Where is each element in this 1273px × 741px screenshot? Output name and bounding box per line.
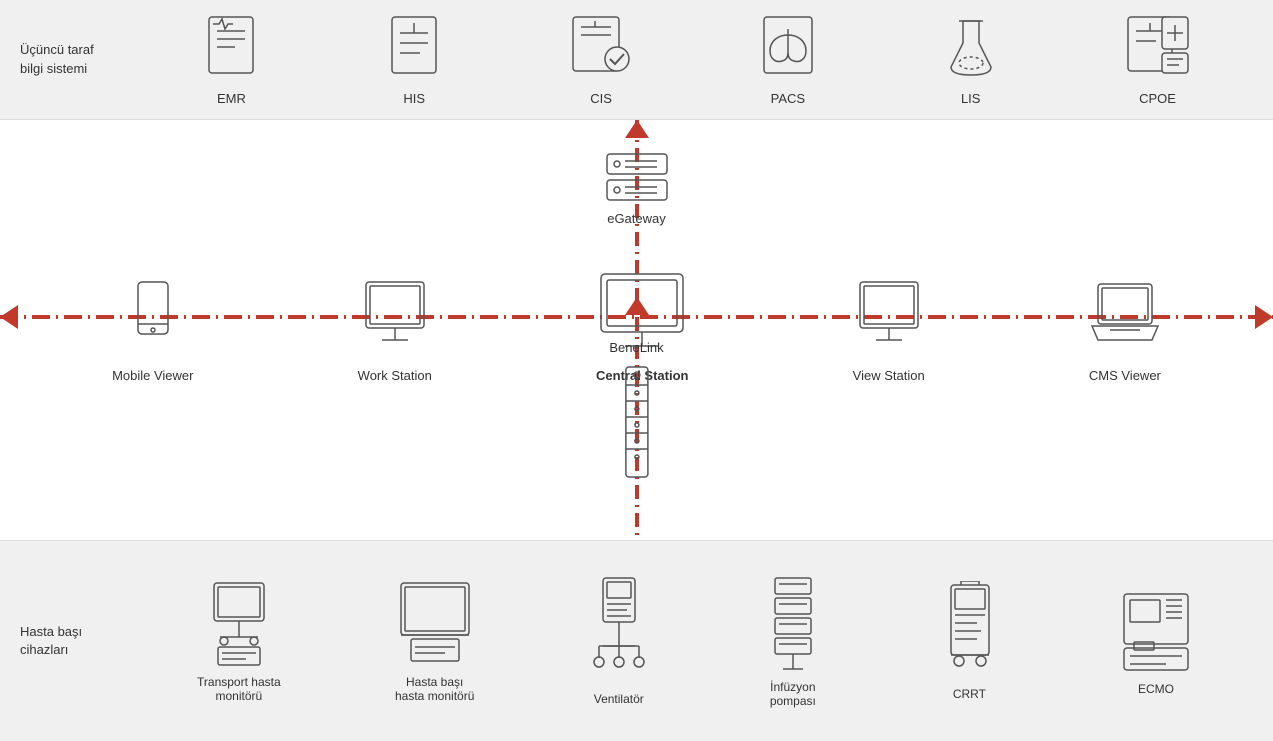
ecmo-label: ECMO (1138, 682, 1174, 696)
top-label: Üçüncü tarafbilgi sistemi (20, 41, 140, 77)
egateway-icon (597, 150, 677, 205)
work-station-device: Work Station (358, 278, 432, 383)
bottom-section: Hasta başıcihazları Transport hastamonit… (0, 540, 1273, 741)
lis-item: LIS (941, 13, 1001, 106)
lis-icon (941, 13, 1001, 85)
mobile-viewer-device: Mobile Viewer (112, 278, 193, 383)
benelink-container: BeneLink (609, 340, 663, 485)
cpoe-item: CPOE (1124, 13, 1192, 106)
arrow-right (1255, 305, 1273, 329)
arrow-up-top (625, 120, 649, 138)
cis-label: CIS (590, 91, 612, 106)
cis-icon (567, 13, 635, 85)
pacs-item: PACS (758, 13, 818, 106)
emr-icon (201, 13, 261, 85)
cms-viewer-label: CMS Viewer (1089, 368, 1161, 383)
infusion-label: İnfüzyonpompası (770, 680, 816, 708)
infusion-icon (763, 574, 823, 674)
pacs-label: PACS (771, 91, 805, 106)
infusion-item: İnfüzyonpompası (763, 574, 823, 708)
cpoe-label: CPOE (1139, 91, 1176, 106)
ventilator-item: Ventilatör (589, 576, 649, 706)
mobile-viewer-label: Mobile Viewer (112, 368, 193, 383)
pacs-icon (758, 13, 818, 85)
bedside-item: Hasta başıhasta monitörü (395, 579, 475, 703)
view-station-icon (854, 278, 924, 358)
cis-item: CIS (567, 13, 635, 106)
middle-section: eGateway Mobile Viewer Work Station (0, 120, 1273, 540)
top-icons-container: EMR HIS CIS (140, 13, 1253, 106)
top-section: Üçüncü tarafbilgi sistemi EMR H (0, 0, 1273, 120)
arrow-left (0, 305, 18, 329)
mobile-viewer-icon (128, 278, 178, 358)
bottom-icons-container: Transport hastamonitörü Hasta başıhasta … (140, 574, 1253, 708)
his-icon (384, 13, 444, 85)
emr-label: EMR (217, 91, 246, 106)
work-station-icon (360, 278, 430, 358)
emr-item: EMR (201, 13, 261, 106)
lis-label: LIS (961, 91, 981, 106)
his-label: HIS (403, 91, 425, 106)
view-station-device: View Station (853, 278, 925, 383)
ecmo-item: ECMO (1116, 586, 1196, 696)
transport-label: Transport hastamonitörü (197, 675, 281, 703)
view-station-label: View Station (853, 368, 925, 383)
bedside-icon (395, 579, 475, 669)
crrt-item: CRRT (937, 581, 1002, 701)
his-item: HIS (384, 13, 444, 106)
benelink-label: BeneLink (609, 340, 663, 355)
cpoe-icon (1124, 13, 1192, 85)
work-station-label: Work Station (358, 368, 432, 383)
ecmo-icon (1116, 586, 1196, 676)
crrt-label: CRRT (953, 687, 986, 701)
ventilator-icon (589, 576, 649, 686)
ventilator-label: Ventilatör (594, 692, 644, 706)
transport-item: Transport hastamonitörü (197, 579, 281, 703)
egateway-container: eGateway (597, 150, 677, 226)
cms-viewer-device: CMS Viewer (1089, 278, 1161, 383)
egateway-label: eGateway (607, 211, 666, 226)
crrt-icon (937, 581, 1002, 681)
cms-viewer-icon (1090, 278, 1160, 358)
bottom-label: Hasta başıcihazları (20, 623, 140, 659)
transport-icon (204, 579, 274, 669)
benelink-icon (612, 365, 662, 485)
bedside-label: Hasta başıhasta monitörü (395, 675, 474, 703)
